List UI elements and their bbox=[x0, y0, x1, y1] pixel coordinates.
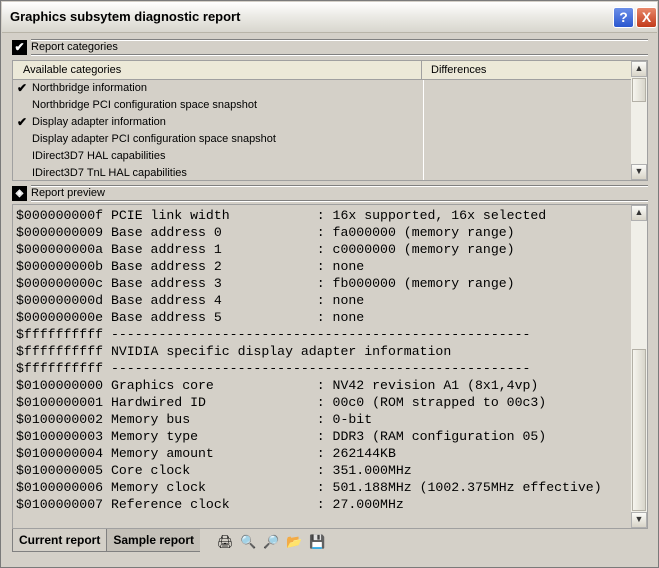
report-preview-icon: ◈ bbox=[12, 185, 27, 201]
scroll-up-icon[interactable]: ▲ bbox=[631, 61, 647, 77]
divider bbox=[31, 200, 648, 202]
category-name: IDirect3D7 HAL capabilities bbox=[32, 150, 166, 162]
title-bar: Graphics subsytem diagnostic report ? X bbox=[2, 2, 657, 33]
report-preview-pane[interactable]: $000000000f PCIE link width : 16x suppor… bbox=[12, 204, 648, 529]
scroll-thumb[interactable] bbox=[632, 78, 646, 102]
report-line: $000000000d Base address 4 : none bbox=[16, 293, 365, 308]
report-line: $000000000c Base address 3 : fb000000 (m… bbox=[16, 276, 515, 291]
report-line: $ffffffffff ----------------------------… bbox=[16, 327, 531, 342]
report-line: $0100000003 Memory type : DDR3 (RAM conf… bbox=[16, 429, 547, 444]
report-line: $0100000000 Graphics core : NV42 revisio… bbox=[16, 378, 539, 393]
close-button[interactable]: X bbox=[636, 7, 657, 28]
report-line: $0100000002 Memory bus : 0-bit bbox=[16, 412, 373, 427]
report-preview-text: $000000000f PCIE link width : 16x suppor… bbox=[16, 207, 602, 513]
report-tabs: Current report Sample report bbox=[12, 529, 201, 553]
category-differences bbox=[423, 165, 632, 180]
report-line: $0100000006 Memory clock : 501.188MHz (1… bbox=[16, 480, 602, 495]
preview-sample-icon[interactable]: 🔎 bbox=[263, 534, 279, 550]
preview-icon[interactable]: 🔍 bbox=[240, 534, 256, 550]
column-separator bbox=[421, 61, 422, 79]
report-line: $0000000009 Base address 0 : fa000000 (m… bbox=[16, 225, 515, 240]
report-line: $ffffffffff NVIDIA specific display adap… bbox=[16, 344, 452, 359]
categories-table: Available categories Differences ✔ Northb… bbox=[12, 60, 648, 181]
report-categories-header: ✔ Report categories bbox=[12, 39, 118, 55]
report-categories-checkbox[interactable]: ✔ bbox=[12, 39, 27, 55]
scroll-down-icon[interactable]: ▼ bbox=[631, 164, 647, 180]
report-line: $000000000e Base address 5 : none bbox=[16, 310, 365, 325]
report-preview-header: ◈ Report preview bbox=[12, 185, 105, 201]
column-header-differences[interactable]: Differences bbox=[431, 64, 486, 76]
print-icon[interactable]: 🖨 bbox=[217, 534, 234, 550]
category-differences bbox=[423, 148, 632, 165]
table-row[interactable]: IDirect3D7 TnL HAL capabilities bbox=[13, 165, 632, 180]
category-name: Display adapter information bbox=[32, 116, 166, 128]
table-header: Available categories Differences bbox=[13, 61, 631, 80]
table-row[interactable]: ✔ Display adapter information bbox=[13, 114, 631, 132]
report-line: $0100000005 Core clock : 351.000MHz bbox=[16, 463, 412, 478]
divider bbox=[31, 39, 648, 41]
table-row[interactable]: IDirect3D7 HAL capabilities bbox=[13, 148, 631, 166]
report-toolbar: 🖨 🔍 🔎 📂 💾 bbox=[217, 534, 332, 550]
report-line: $ffffffffff ----------------------------… bbox=[16, 361, 531, 376]
report-line: $0100000004 Memory amount : 262144KB bbox=[16, 446, 396, 461]
report-line: $000000000a Base address 1 : c0000000 (m… bbox=[16, 242, 515, 257]
category-name: IDirect3D7 TnL HAL capabilities bbox=[32, 167, 187, 179]
report-categories-label: Report categories bbox=[31, 41, 118, 53]
category-differences bbox=[423, 114, 632, 131]
table-row[interactable]: Display adapter PCI configuration space … bbox=[13, 131, 631, 149]
column-header-available[interactable]: Available categories bbox=[23, 64, 121, 76]
preview-scrollbar[interactable]: ▲ ▼ bbox=[631, 205, 647, 528]
tab-sample-report[interactable]: Sample report bbox=[107, 529, 201, 552]
divider bbox=[31, 54, 648, 56]
open-folder-icon[interactable]: 📂 bbox=[286, 534, 302, 550]
table-row[interactable]: ✔ Northbridge information bbox=[13, 80, 631, 98]
scroll-down-icon[interactable]: ▼ bbox=[631, 512, 647, 528]
report-line: $000000000f PCIE link width : 16x suppor… bbox=[16, 208, 547, 223]
table-row[interactable]: Northbridge PCI configuration space snap… bbox=[13, 97, 631, 115]
report-line: $000000000b Base address 2 : none bbox=[16, 259, 365, 274]
report-line: $0100000007 Reference clock : 27.000MHz bbox=[16, 497, 404, 512]
scroll-thumb[interactable] bbox=[632, 349, 646, 511]
category-differences bbox=[423, 80, 632, 97]
report-preview-label: Report preview bbox=[31, 187, 105, 199]
category-name: Northbridge PCI configuration space snap… bbox=[32, 99, 258, 111]
scroll-up-icon[interactable]: ▲ bbox=[631, 205, 647, 221]
category-differences bbox=[423, 131, 632, 148]
window-title: Graphics subsytem diagnostic report bbox=[10, 9, 241, 24]
save-icon[interactable]: 💾 bbox=[309, 534, 325, 550]
category-differences bbox=[423, 97, 632, 114]
report-window: Graphics subsytem diagnostic report ? X … bbox=[0, 0, 659, 568]
divider bbox=[31, 185, 648, 187]
category-name: Northbridge information bbox=[32, 82, 147, 94]
category-name: Display adapter PCI configuration space … bbox=[32, 133, 276, 145]
help-button[interactable]: ? bbox=[613, 7, 634, 28]
categories-scrollbar[interactable]: ▲ ▼ bbox=[631, 61, 647, 180]
tab-current-report[interactable]: Current report bbox=[12, 529, 108, 552]
report-line: $0100000001 Hardwired ID : 00c0 (ROM str… bbox=[16, 395, 547, 410]
